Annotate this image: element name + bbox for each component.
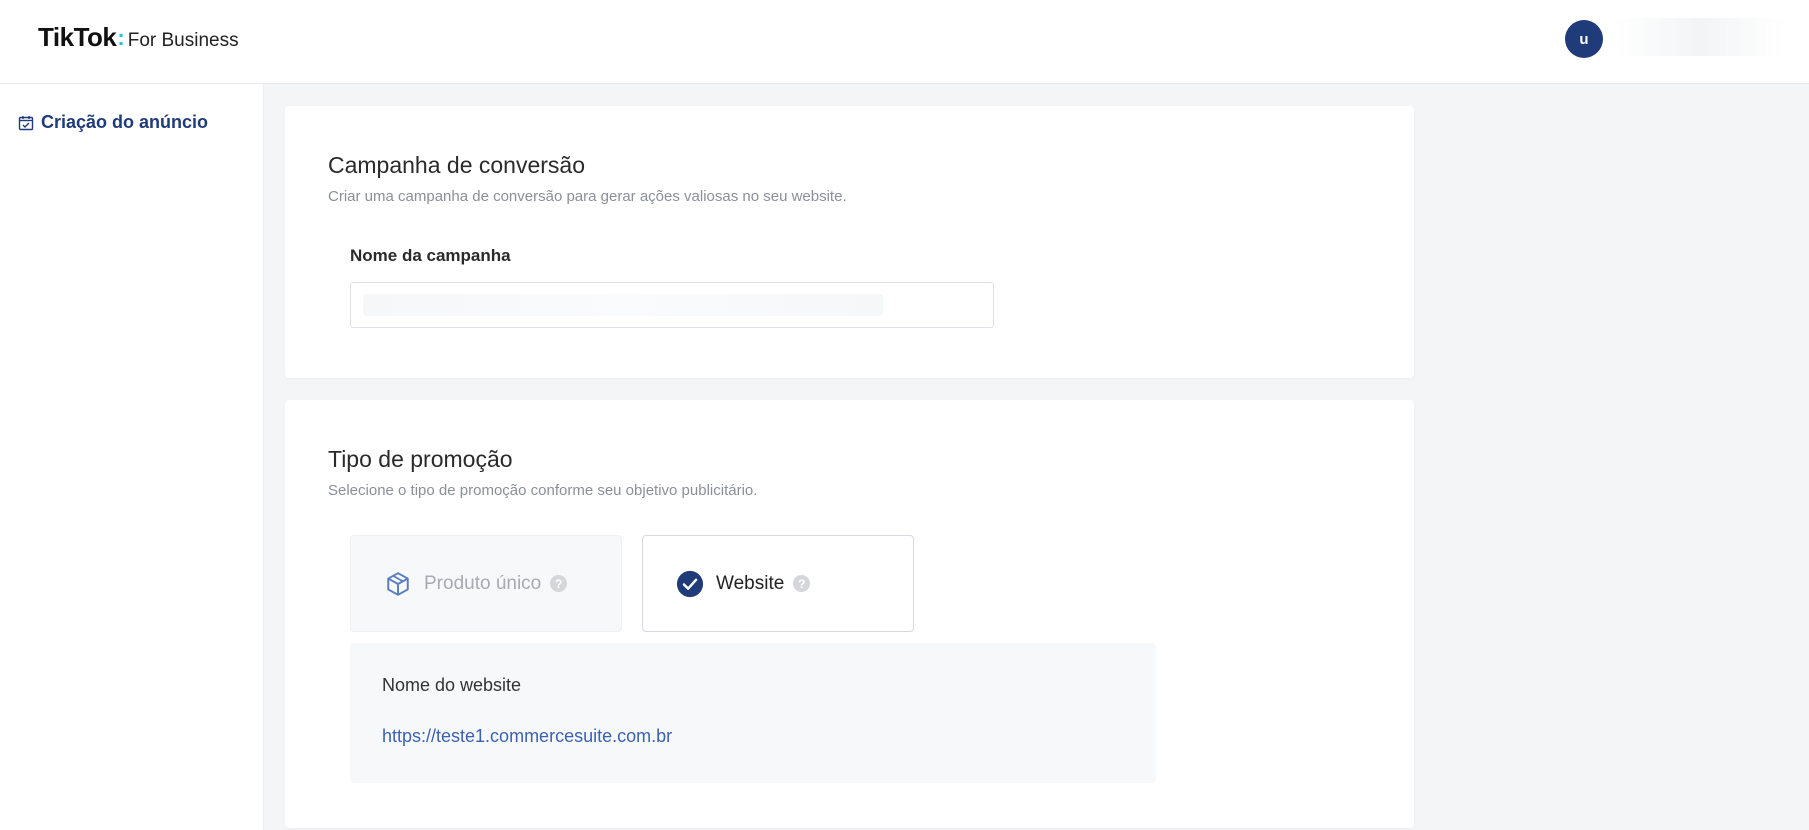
account-name-redacted[interactable]	[1615, 18, 1785, 56]
website-name-label: Nome do website	[382, 675, 522, 695]
option-single-product[interactable]: Produto único ?	[350, 535, 622, 632]
campaign-title: Campanha de conversão	[328, 152, 585, 178]
sidebar-item-ad-creation[interactable]: Criação do anúncio	[18, 112, 208, 133]
logo-wordmark: TikTok	[38, 22, 117, 52]
promotion-type-card: Tipo de promoção Selecione o tipo de pro…	[285, 400, 1414, 828]
campaign-name-label: Nome da campanha	[350, 246, 511, 265]
sidebar-item-label: Criação do anúncio	[41, 112, 209, 132]
promotion-title: Tipo de promoção	[328, 446, 513, 472]
promotion-description: Selecione o tipo de promoção conforme se…	[328, 482, 758, 499]
logo-colon-icon: :	[117, 25, 125, 50]
logo-subtitle: For Business	[127, 30, 239, 51]
box-icon	[384, 570, 412, 598]
campaign-description: Criar uma campanha de conversão para ger…	[328, 188, 847, 205]
website-info-panel: Nome do website https://teste1.commerces…	[350, 643, 1156, 783]
tiktok-for-business-logo[interactable]: TikTok : For Business	[38, 22, 239, 53]
sidebar: Criação do anúncio	[0, 84, 264, 830]
calendar-check-icon	[18, 115, 34, 131]
top-bar: TikTok : For Business u	[0, 0, 1809, 84]
help-icon[interactable]: ?	[550, 575, 568, 592]
option-website[interactable]: Website ?	[642, 535, 914, 632]
help-icon[interactable]: ?	[793, 575, 811, 592]
user-avatar[interactable]: u	[1565, 20, 1603, 58]
campaign-name-input[interactable]	[350, 282, 994, 328]
website-url-link[interactable]: https://teste1.commercesuite.com.br	[382, 726, 672, 747]
campaign-card: Campanha de conversão Criar uma campanha…	[285, 106, 1414, 378]
option-website-label: Website	[716, 572, 785, 594]
option-single-product-label: Produto único	[424, 572, 542, 594]
check-circle-icon	[676, 570, 704, 598]
